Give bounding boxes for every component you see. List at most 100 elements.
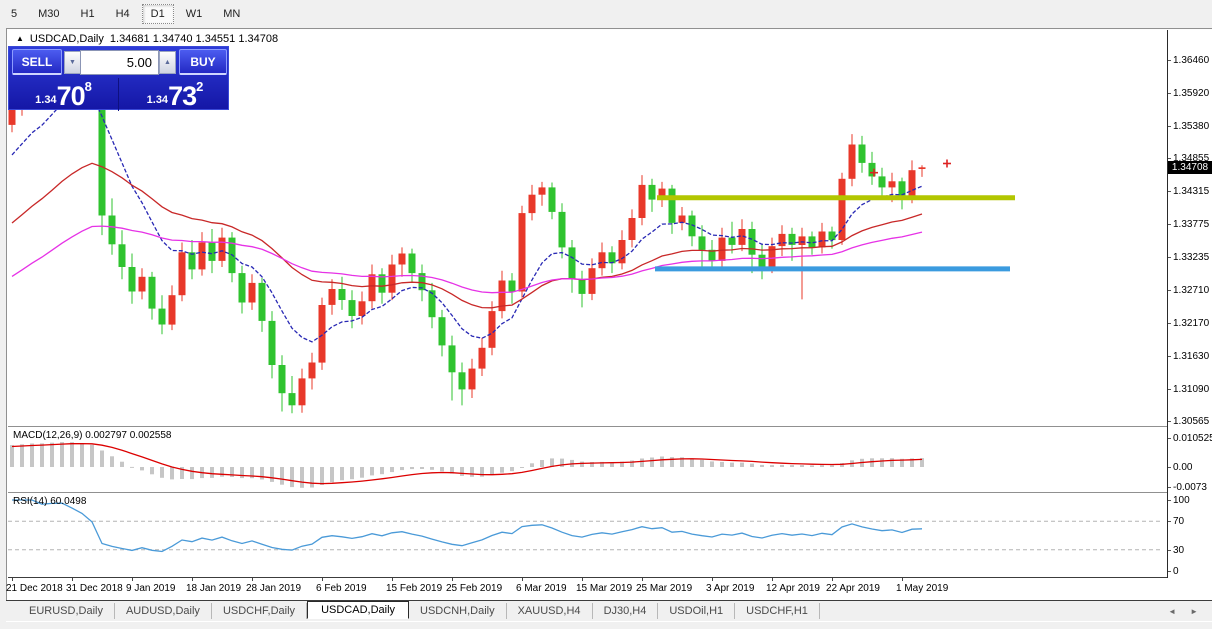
tab-dj30-h4[interactable]: DJ30,H4 bbox=[593, 603, 659, 619]
rsi-axis-label: 30 bbox=[1173, 544, 1185, 556]
date-axis-label: 15 Mar 2019 bbox=[576, 583, 633, 594]
tab-scroll-arrows: ◄ ► bbox=[1168, 607, 1198, 616]
timeframe-toolbar: 5 M30 H1 H4 D1 W1 MN bbox=[0, 0, 1212, 27]
date-axis-label: 12 Apr 2019 bbox=[766, 583, 820, 594]
rsi-indicator-label: RSI(14) 60.0498 bbox=[13, 496, 87, 507]
rsi-axis-label: 100 bbox=[1173, 495, 1190, 506]
rsi-axis-tick bbox=[1168, 571, 1171, 572]
ask-price-big-digits: 73 bbox=[168, 81, 197, 111]
mt4-terminal: 5 M30 H1 H4 D1 W1 MN ▲ USDCAD,Daily 1.34… bbox=[0, 0, 1212, 629]
trade-panel-controls: SELL ▼ ▲ BUY bbox=[9, 47, 228, 78]
price-axis-label: 1.31090 bbox=[1173, 383, 1210, 395]
tab-usdchf-daily[interactable]: USDCHF,Daily bbox=[212, 603, 308, 619]
chart-canvas[interactable] bbox=[8, 30, 1168, 578]
timeframe-h4-button[interactable]: H4 bbox=[107, 4, 139, 24]
timeframe-d1-button[interactable]: D1 bbox=[141, 3, 174, 24]
volume-decrease-button[interactable]: ▼ bbox=[64, 51, 81, 74]
date-axis-label: 1 May 2019 bbox=[896, 583, 949, 594]
date-axis: 21 Dec 2018 31 Dec 2018 9 Jan 2019 18 Jan 2… bbox=[6, 578, 1168, 600]
tab-scroll-right-icon[interactable]: ► bbox=[1190, 607, 1198, 616]
tab-xauusd-h4[interactable]: XAUUSD,H4 bbox=[507, 603, 593, 619]
price-axis-label: 1.30565 bbox=[1173, 415, 1210, 427]
date-axis-label: 25 Feb 2019 bbox=[446, 583, 503, 594]
date-axis-label: 18 Jan 2019 bbox=[186, 583, 242, 594]
date-axis-tick bbox=[522, 578, 523, 581]
price-axis-tick bbox=[1168, 93, 1171, 95]
chart-header: ▲ USDCAD,Daily 1.34681 1.34740 1.34551 1… bbox=[16, 33, 278, 45]
price-axis-label: 1.36460 bbox=[1173, 55, 1210, 66]
sell-button[interactable]: SELL bbox=[12, 49, 62, 75]
price-axis-tick bbox=[1168, 60, 1171, 61]
price-axis-label: 1.32170 bbox=[1173, 317, 1210, 329]
macd-axis-tick bbox=[1168, 487, 1171, 489]
rsi-axis-tick bbox=[1168, 549, 1171, 551]
bid-price-display[interactable]: 1.34 70 8 bbox=[9, 78, 119, 111]
bid-price-big-digits: 70 bbox=[56, 81, 86, 111]
timeframe-w1-button[interactable]: W1 bbox=[177, 4, 212, 24]
date-axis-label: 21 Dec 2018 bbox=[6, 583, 63, 594]
tab-usdchf-h1[interactable]: USDCHF,H1 bbox=[735, 603, 820, 619]
timeframe-mn-button[interactable]: MN bbox=[214, 4, 249, 24]
rsi-axis-label: 70 bbox=[1173, 516, 1185, 528]
price-axis-tick bbox=[1168, 191, 1171, 193]
date-axis-tick bbox=[392, 578, 393, 581]
date-axis-label: 25 Mar 2019 bbox=[636, 583, 693, 594]
tab-usdcnh-daily[interactable]: USDCNH,Daily bbox=[409, 603, 507, 619]
date-axis-tick bbox=[642, 578, 643, 581]
ask-price-prefix: 1.34 bbox=[146, 94, 169, 106]
date-axis-tick bbox=[322, 578, 323, 581]
date-axis-tick bbox=[582, 578, 583, 581]
price-axis-label: 1.33235 bbox=[1173, 252, 1210, 264]
macd-axis-label: 0.00 bbox=[1173, 462, 1193, 473]
price-axis-tick bbox=[1168, 158, 1171, 160]
date-axis-label: 3 Apr 2019 bbox=[706, 583, 755, 594]
one-click-trade-panel: SELL ▼ ▲ BUY 1.34 70 8 1.34 73 2 bbox=[8, 46, 230, 111]
date-axis-tick bbox=[832, 578, 833, 581]
price-axis-label: 1.35920 bbox=[1173, 88, 1210, 100]
macd-axis-tick bbox=[1168, 467, 1171, 468]
tab-usdcad-daily[interactable]: USDCAD,Daily bbox=[307, 601, 410, 619]
date-axis-tick bbox=[192, 578, 193, 581]
ask-price-display[interactable]: 1.34 73 2 bbox=[120, 78, 230, 111]
date-axis-label: 22 Apr 2019 bbox=[826, 583, 880, 594]
price-axis-tick bbox=[1168, 420, 1171, 422]
ask-price-pip-digit: 2 bbox=[196, 79, 204, 94]
date-axis-tick bbox=[72, 578, 73, 581]
date-axis-tick bbox=[772, 578, 773, 581]
macd-axis-label: 0.010525 bbox=[1173, 433, 1212, 444]
rsi-axis-tick bbox=[1168, 500, 1171, 501]
date-axis-label: 15 Feb 2019 bbox=[386, 583, 443, 594]
timeframe-h1-button[interactable]: H1 bbox=[72, 4, 104, 24]
bid-price-prefix: 1.34 bbox=[35, 94, 57, 106]
price-axis: 1.36460 1.35920 1.35380 1.34855 1.34315 1.337… bbox=[1168, 30, 1212, 578]
current-price-tag: 1.34708 bbox=[1168, 161, 1212, 175]
date-axis-tick bbox=[712, 578, 713, 581]
date-axis-label: 6 Mar 2019 bbox=[516, 583, 567, 594]
date-axis-label: 6 Feb 2019 bbox=[316, 583, 367, 594]
price-axis-tick bbox=[1168, 126, 1171, 128]
price-axis-label: 1.32710 bbox=[1173, 284, 1210, 296]
price-axis-tick bbox=[1168, 322, 1171, 324]
volume-input[interactable] bbox=[80, 50, 159, 75]
date-axis-tick bbox=[132, 578, 133, 581]
rsi-axis-tick bbox=[1168, 521, 1171, 523]
date-axis-tick bbox=[452, 578, 453, 581]
tab-usdoil-h1[interactable]: USDOil,H1 bbox=[658, 603, 736, 619]
date-axis-label: 9 Jan 2019 bbox=[126, 583, 176, 594]
tab-audusd-daily[interactable]: AUDUSD,Daily bbox=[115, 603, 212, 619]
price-axis-tick bbox=[1168, 388, 1171, 390]
collapse-triangle-icon[interactable]: ▲ bbox=[16, 34, 24, 43]
chart-tab-bar: EURUSD,Daily AUDUSD,Daily USDCHF,Daily U… bbox=[6, 601, 1212, 621]
tab-eurusd-daily[interactable]: EURUSD,Daily bbox=[18, 603, 115, 619]
price-axis-label: 1.31630 bbox=[1173, 350, 1210, 362]
date-axis-tick bbox=[12, 578, 13, 581]
price-axis-label: 1.35380 bbox=[1173, 121, 1210, 133]
timeframe-m30-button[interactable]: M30 bbox=[29, 4, 68, 24]
buy-button[interactable]: BUY bbox=[179, 49, 227, 75]
chart-symbol-label: USDCAD,Daily bbox=[29, 33, 104, 45]
timeframe-m5-button[interactable]: 5 bbox=[2, 4, 26, 24]
volume-increase-button[interactable]: ▲ bbox=[159, 51, 176, 74]
tab-scroll-left-icon[interactable]: ◄ bbox=[1168, 607, 1176, 616]
rsi-axis-label: 0 bbox=[1173, 566, 1179, 577]
macd-axis-tick bbox=[1168, 438, 1171, 439]
